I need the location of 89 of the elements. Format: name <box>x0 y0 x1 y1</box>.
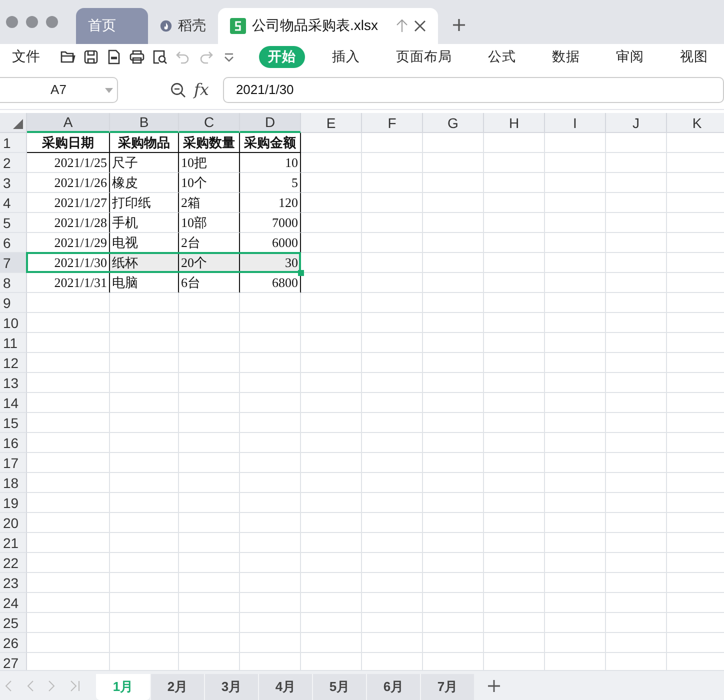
row-header[interactable]: 20 <box>0 513 27 533</box>
row-header[interactable]: 4 <box>0 193 27 213</box>
sheet-tab[interactable]: 4月 <box>258 674 312 700</box>
row-header[interactable]: 10 <box>0 313 27 333</box>
sheet-tab[interactable]: 2月 <box>150 674 204 700</box>
table-cell: 打印纸 <box>110 193 179 213</box>
row-header[interactable]: 21 <box>0 533 27 553</box>
header-cell: 采购物品 <box>110 133 179 153</box>
column-header[interactable]: B <box>110 113 179 133</box>
print-icon[interactable] <box>129 49 145 65</box>
table-cell: 手机 <box>110 213 179 233</box>
column-header[interactable]: C <box>179 113 240 133</box>
row-header[interactable]: 8 <box>0 273 27 293</box>
table-cell: 电脑 <box>110 273 179 293</box>
row-header[interactable]: 27 <box>0 653 27 670</box>
column-header[interactable]: I <box>545 113 606 133</box>
row-header[interactable]: 26 <box>0 633 27 653</box>
zoom-icon[interactable] <box>170 82 186 98</box>
window-control[interactable] <box>6 16 18 28</box>
table-cell: 2箱 <box>179 193 240 213</box>
row-header[interactable]: 13 <box>0 373 27 393</box>
save-icon[interactable] <box>83 49 99 65</box>
window-tab[interactable]: 公司物品采购表.xlsx <box>218 8 438 44</box>
fill-handle[interactable] <box>298 270 304 276</box>
column-header[interactable]: G <box>423 113 484 133</box>
row-header[interactable]: 6 <box>0 233 27 253</box>
column-header[interactable]: A <box>27 113 110 133</box>
sheet-tab[interactable]: 7月 <box>420 674 474 700</box>
corner-triangle-icon <box>13 119 23 129</box>
ribbon-tab[interactable]: 审阅 <box>607 46 653 68</box>
preview-icon[interactable] <box>152 49 168 65</box>
sheet-tab[interactable]: 3月 <box>204 674 258 700</box>
table-cell: 10把 <box>179 153 240 173</box>
function-label[interactable]: fx <box>194 80 209 99</box>
header-cell: 采购金额 <box>240 133 301 153</box>
column-header[interactable]: K <box>667 113 724 133</box>
close-icon[interactable] <box>414 20 426 32</box>
row-header[interactable]: 15 <box>0 413 27 433</box>
window-control[interactable] <box>46 16 58 28</box>
select-all-corner[interactable] <box>0 113 27 133</box>
sheet-tab[interactable]: 6月 <box>366 674 420 700</box>
row-header[interactable]: 12 <box>0 353 27 373</box>
column-header[interactable]: J <box>606 113 667 133</box>
row-header[interactable]: 23 <box>0 573 27 593</box>
ribbon-tab[interactable]: 插入 <box>323 46 369 68</box>
table-cell: 尺子 <box>110 153 179 173</box>
formula-field[interactable]: 2021/1/30 <box>222 76 724 102</box>
flame-icon <box>160 19 172 33</box>
row-header[interactable]: 2 <box>0 153 27 173</box>
row-header[interactable]: 3 <box>0 173 27 193</box>
row-header[interactable]: 17 <box>0 453 27 473</box>
pdf-icon[interactable] <box>106 49 122 65</box>
row-header[interactable]: 19 <box>0 493 27 513</box>
spreadsheet-icon <box>230 18 246 34</box>
column-header[interactable]: D <box>240 113 301 133</box>
row-header[interactable]: 18 <box>0 473 27 493</box>
header-cell: 采购日期 <box>27 133 110 153</box>
file-menu[interactable]: 文件 <box>12 48 40 66</box>
column-header[interactable]: F <box>362 113 423 133</box>
row-header[interactable]: 1 <box>0 133 27 153</box>
column-header[interactable]: H <box>484 113 545 133</box>
ribbon-tab[interactable]: 数据 <box>543 46 589 68</box>
row-header[interactable]: 9 <box>0 293 27 313</box>
row-header[interactable]: 5 <box>0 213 27 233</box>
table-cell: 6台 <box>179 273 240 293</box>
name-box[interactable]: A7 <box>0 76 118 102</box>
ribbon-tab[interactable]: 视图 <box>671 46 717 68</box>
table-cell: 10部 <box>179 213 240 233</box>
folder-icon[interactable] <box>60 49 76 65</box>
sheet-tab[interactable]: 5月 <box>312 674 366 700</box>
table-cell: 电视 <box>110 233 179 253</box>
row-header[interactable]: 25 <box>0 613 27 633</box>
column-header[interactable]: E <box>301 113 362 133</box>
add-sheet-icon[interactable] <box>488 680 500 692</box>
table-cell: 橡皮 <box>110 173 179 193</box>
row-header[interactable]: 24 <box>0 593 27 613</box>
header-cell: 采购数量 <box>179 133 240 153</box>
window-control[interactable] <box>26 16 38 28</box>
row-header[interactable]: 11 <box>0 333 27 353</box>
arrow-up-icon[interactable] <box>396 19 408 33</box>
ribbon-tab[interactable]: 页面布局 <box>387 46 461 68</box>
row-header[interactable]: 16 <box>0 433 27 453</box>
row-header[interactable]: 22 <box>0 553 27 573</box>
window-tab[interactable]: 稻壳 <box>148 8 218 44</box>
row-header[interactable]: 14 <box>0 393 27 413</box>
ribbon-tab[interactable]: 公式 <box>479 46 525 68</box>
table-cell: 10个 <box>179 173 240 193</box>
table-cell: 2台 <box>179 233 240 253</box>
row-header[interactable]: 7 <box>0 253 27 273</box>
